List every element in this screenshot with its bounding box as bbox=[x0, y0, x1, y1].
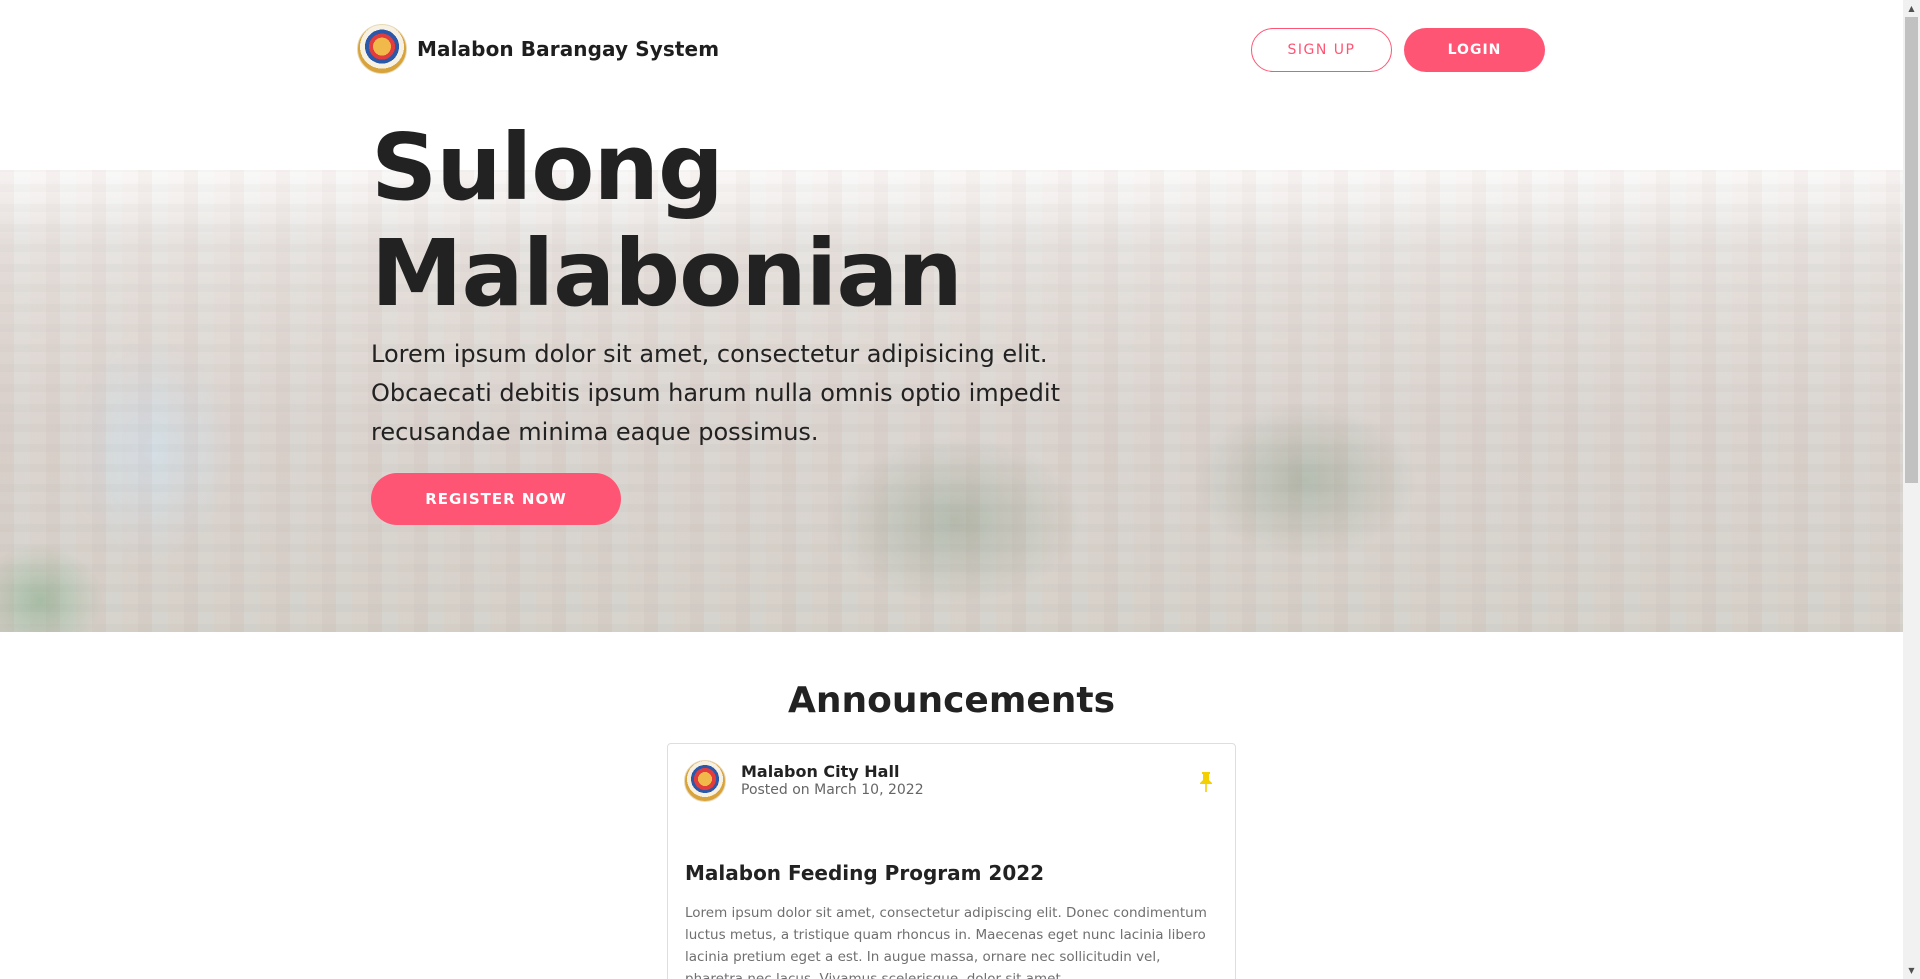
hero-title-line1: Sulong bbox=[371, 114, 724, 221]
scroll-down-arrow-icon[interactable]: ▼ bbox=[1903, 962, 1920, 979]
announcement-date: Posted on March 10, 2022 bbox=[741, 782, 924, 798]
announcements-heading: Announcements bbox=[787, 680, 1116, 721]
register-now-button[interactable]: REGISTER NOW bbox=[371, 473, 621, 525]
hero-description: Lorem ipsum dolor sit amet, consectetur … bbox=[371, 340, 1060, 446]
signup-button[interactable]: SIGN UP bbox=[1251, 28, 1392, 72]
pin-icon bbox=[1200, 772, 1212, 792]
login-button[interactable]: LOGIN bbox=[1404, 28, 1545, 72]
hero-title-line2: Malabonian bbox=[371, 220, 963, 327]
announcement-card: Malabon City Hall Posted on March 10, 20… bbox=[667, 743, 1236, 979]
navbar: Malabon Barangay System SIGN UP LOGIN bbox=[0, 0, 1903, 100]
brand-name: Malabon Barangay System bbox=[417, 37, 720, 61]
page: Malabon Barangay System SIGN UP LOGIN Su… bbox=[0, 0, 1903, 979]
announcement-author: Malabon City Hall bbox=[741, 762, 900, 781]
scroll-thumb[interactable] bbox=[1905, 17, 1918, 483]
vertical-scrollbar[interactable]: ▲ ▼ bbox=[1903, 0, 1920, 979]
malabon-seal-icon bbox=[357, 24, 407, 74]
announcement-body: Lorem ipsum dolor sit amet, consectetur … bbox=[685, 905, 1207, 979]
malabon-seal-avatar-icon bbox=[684, 760, 726, 802]
brand-link[interactable]: Malabon Barangay System bbox=[357, 24, 719, 74]
announcement-title: Malabon Feeding Program 2022 bbox=[685, 861, 1045, 885]
scroll-up-arrow-icon[interactable]: ▲ bbox=[1903, 0, 1920, 17]
hero-content: Sulong Malabonian Lorem ipsum dolor sit … bbox=[371, 115, 1071, 525]
hero-title: Sulong Malabonian bbox=[371, 115, 1071, 327]
